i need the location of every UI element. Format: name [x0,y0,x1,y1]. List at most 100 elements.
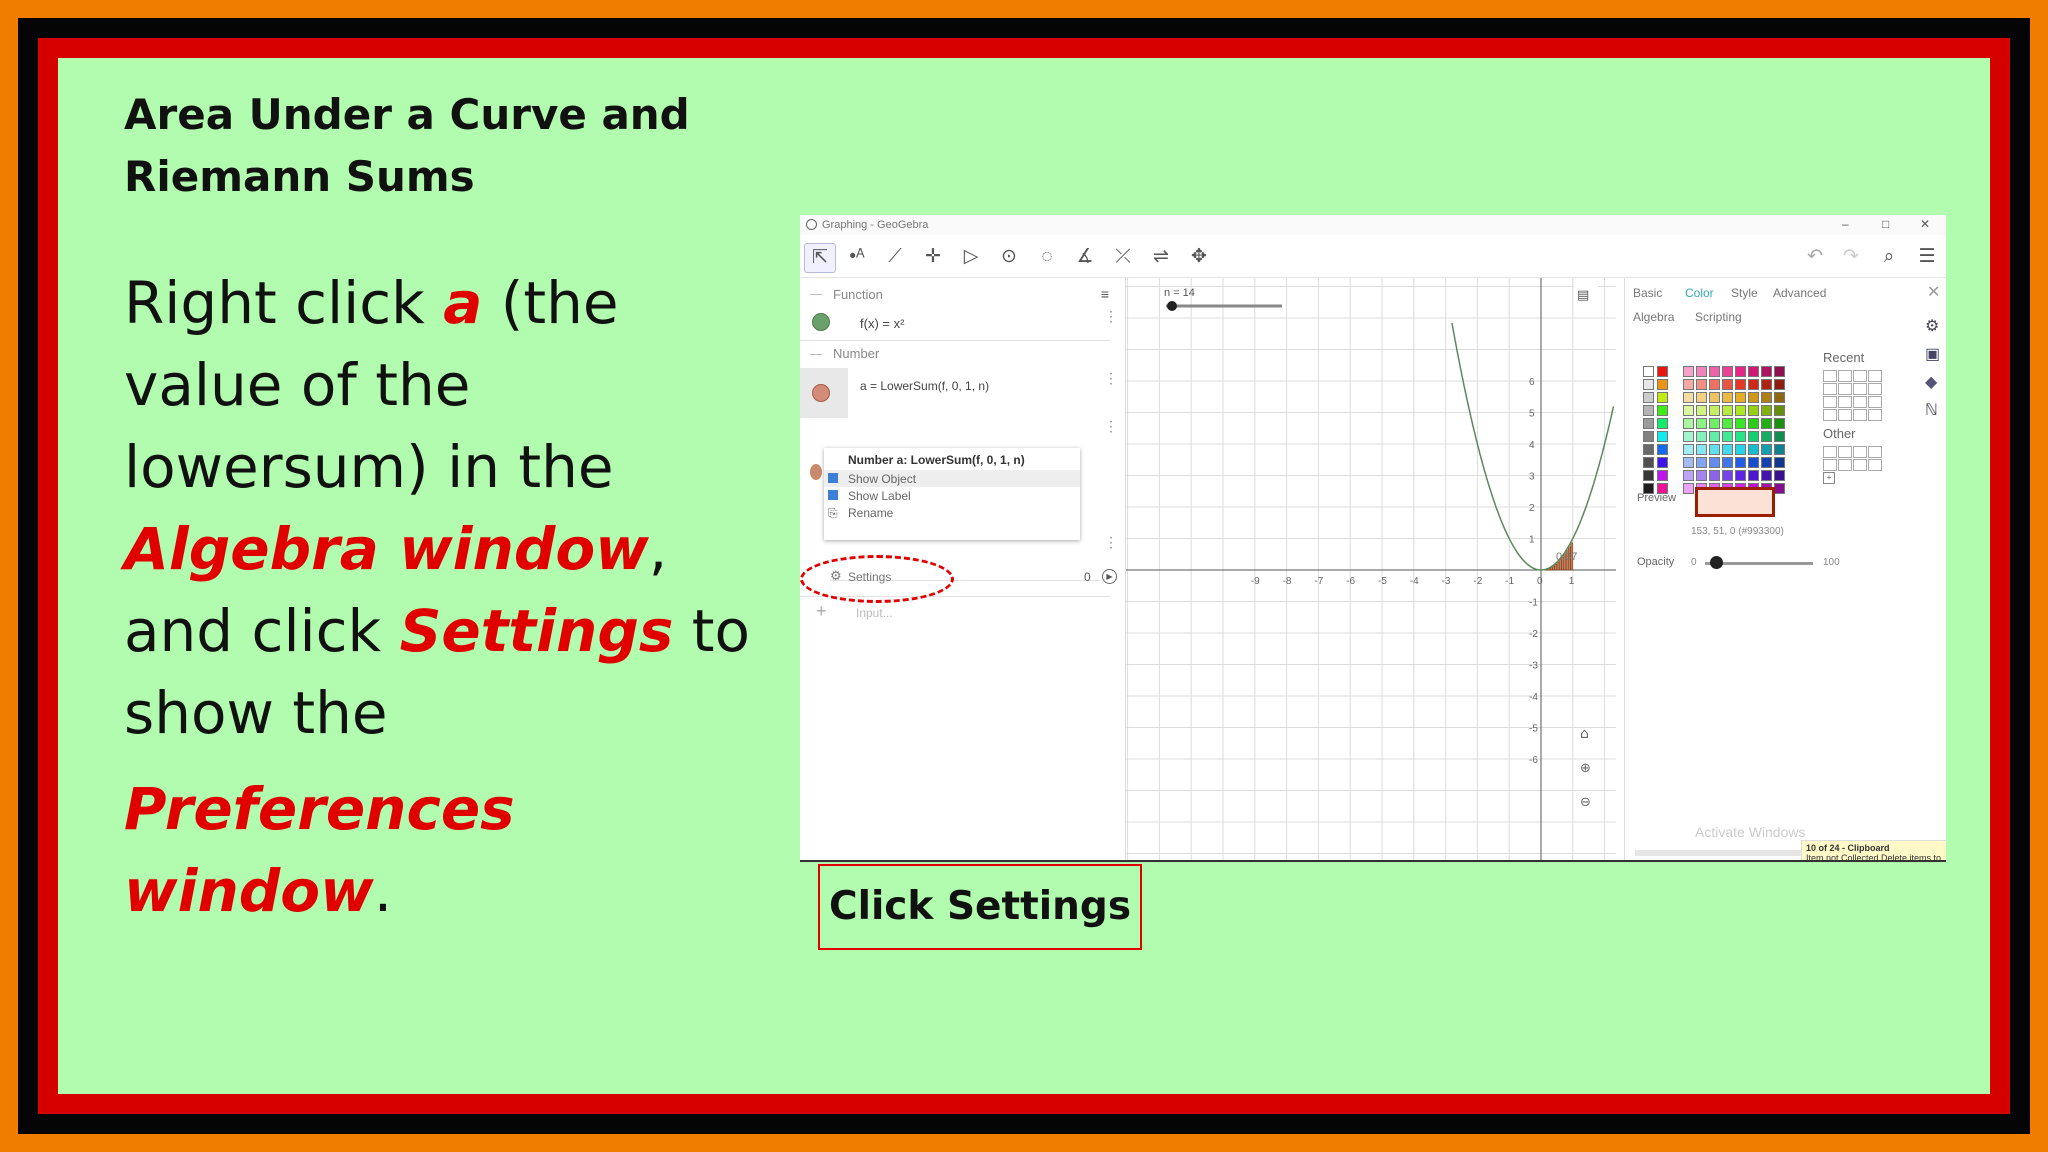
color-swatch[interactable] [1657,418,1668,429]
play-icon[interactable]: ▶ [1102,569,1117,584]
move-tool-icon[interactable]: ⇱ [804,243,836,273]
color-swatch[interactable] [1761,366,1772,377]
color-swatch[interactable] [1722,431,1733,442]
color-swatch[interactable] [1722,444,1733,455]
color-swatch[interactable] [1696,405,1707,416]
color-swatch[interactable] [1761,405,1772,416]
color-swatch[interactable] [1657,431,1668,442]
color-slot[interactable] [1838,396,1852,408]
color-swatch[interactable] [1643,366,1654,377]
color-swatch[interactable] [1657,379,1668,390]
tab-scripting[interactable]: Scripting [1695,310,1742,324]
color-swatch[interactable] [1657,392,1668,403]
tab-advanced[interactable]: Advanced [1773,286,1826,300]
line-tool-icon[interactable]: ⟋ [880,243,910,271]
color-swatch[interactable] [1748,379,1759,390]
graphics-icon[interactable]: ▣ [1925,344,1940,364]
color-swatch[interactable] [1643,457,1654,468]
color-swatch[interactable] [1643,405,1654,416]
add-input-icon[interactable]: + [816,601,827,622]
color-slot[interactable] [1823,459,1837,471]
color-slot[interactable] [1868,383,1882,395]
function-visibility-dot[interactable] [812,313,830,331]
color-swatch[interactable] [1643,379,1654,390]
perpendicular-tool-icon[interactable]: ✛ [918,243,948,271]
color-swatch[interactable] [1735,379,1746,390]
close-window-button[interactable]: ✕ [1920,217,1930,231]
color-swatch[interactable] [1748,431,1759,442]
color-swatch[interactable] [1722,470,1733,481]
input-bar[interactable]: Input... [856,606,893,620]
color-swatch[interactable] [1709,457,1720,468]
function-kebab-icon[interactable]: ⋮ [1104,308,1118,325]
search-icon[interactable]: ⌕ [1874,243,1904,271]
number-expression[interactable]: a = LowerSum(f, 0, 1, n) [860,379,989,393]
color-swatch[interactable] [1709,444,1720,455]
show-object-checkbox[interactable] [828,473,838,483]
angle-tool-icon[interactable]: ∡ [1070,243,1100,271]
color-swatch[interactable] [1735,444,1746,455]
color-swatch[interactable] [1696,444,1707,455]
color-slot[interactable] [1868,396,1882,408]
move-graphics-tool-icon[interactable]: ✥ [1184,243,1214,271]
maximize-button[interactable]: □ [1882,217,1889,231]
color-slot[interactable] [1868,409,1882,421]
color-swatch[interactable] [1774,366,1785,377]
undo-icon[interactable]: ↶ [1800,243,1830,271]
menu-icon[interactable]: ☰ [1912,243,1942,271]
color-swatch[interactable] [1657,470,1668,481]
tab-style[interactable]: Style [1731,286,1758,300]
redo-icon[interactable]: ↷ [1836,243,1866,271]
color-swatch[interactable] [1774,418,1785,429]
color-swatch[interactable] [1657,444,1668,455]
color-slot[interactable] [1838,383,1852,395]
tab-color[interactable]: Color [1685,286,1714,300]
menu-item-show-object[interactable]: Show Object [848,472,916,486]
color-swatch[interactable] [1735,431,1746,442]
color-swatch[interactable] [1748,405,1759,416]
opacity-slider-knob[interactable] [1709,556,1723,569]
menu-item-rename[interactable]: Rename [848,506,893,520]
number-kebab-icon[interactable]: ⋮ [1104,370,1118,387]
color-swatch[interactable] [1643,431,1654,442]
conic-tool-icon[interactable]: ◌ [1032,243,1062,271]
color-slot[interactable] [1823,383,1837,395]
color-swatch[interactable] [1696,418,1707,429]
graphics-view[interactable]: -9 -8 -7 -6 -5 -4 -3 -2 -1 0 1 654321-1-2-3-4-5-6 … [1126,278,1616,860]
color-swatch[interactable] [1657,366,1668,377]
color-swatch[interactable] [1683,483,1694,494]
color-swatch[interactable] [1774,431,1785,442]
color-slot[interactable] [1868,446,1882,458]
color-swatch[interactable] [1761,418,1772,429]
color-swatch[interactable] [1643,444,1654,455]
color-swatch[interactable] [1748,418,1759,429]
shape-icon[interactable]: ◆ [1925,372,1937,392]
color-swatch[interactable] [1683,405,1694,416]
reflect-tool-icon[interactable]: ⤫ [1108,243,1138,271]
color-swatch[interactable] [1683,457,1694,468]
color-slot[interactable] [1853,383,1867,395]
color-swatch[interactable] [1774,457,1785,468]
color-swatch[interactable] [1709,470,1720,481]
color-swatch[interactable] [1761,431,1772,442]
color-swatch[interactable] [1696,431,1707,442]
color-swatch[interactable] [1696,457,1707,468]
color-swatch[interactable] [1643,418,1654,429]
color-swatch[interactable] [1748,366,1759,377]
color-swatch[interactable] [1722,405,1733,416]
color-swatch[interactable] [1774,444,1785,455]
clipboard-toast[interactable]: 10 of 24 - Clipboard Item not Collected … [1801,840,1946,860]
color-swatch[interactable] [1761,457,1772,468]
color-slot[interactable] [1868,459,1882,471]
color-swatch[interactable] [1683,444,1694,455]
color-swatch[interactable] [1748,444,1759,455]
color-swatch[interactable] [1643,392,1654,403]
color-swatch[interactable] [1696,470,1707,481]
color-swatch[interactable] [1774,392,1785,403]
color-swatch[interactable] [1657,405,1668,416]
function-expression[interactable]: f(x) = x² [860,316,904,331]
polygon-tool-icon[interactable]: ▷ [956,243,986,271]
color-swatch[interactable] [1774,379,1785,390]
color-swatch[interactable] [1657,457,1668,468]
color-swatch[interactable] [1735,457,1746,468]
